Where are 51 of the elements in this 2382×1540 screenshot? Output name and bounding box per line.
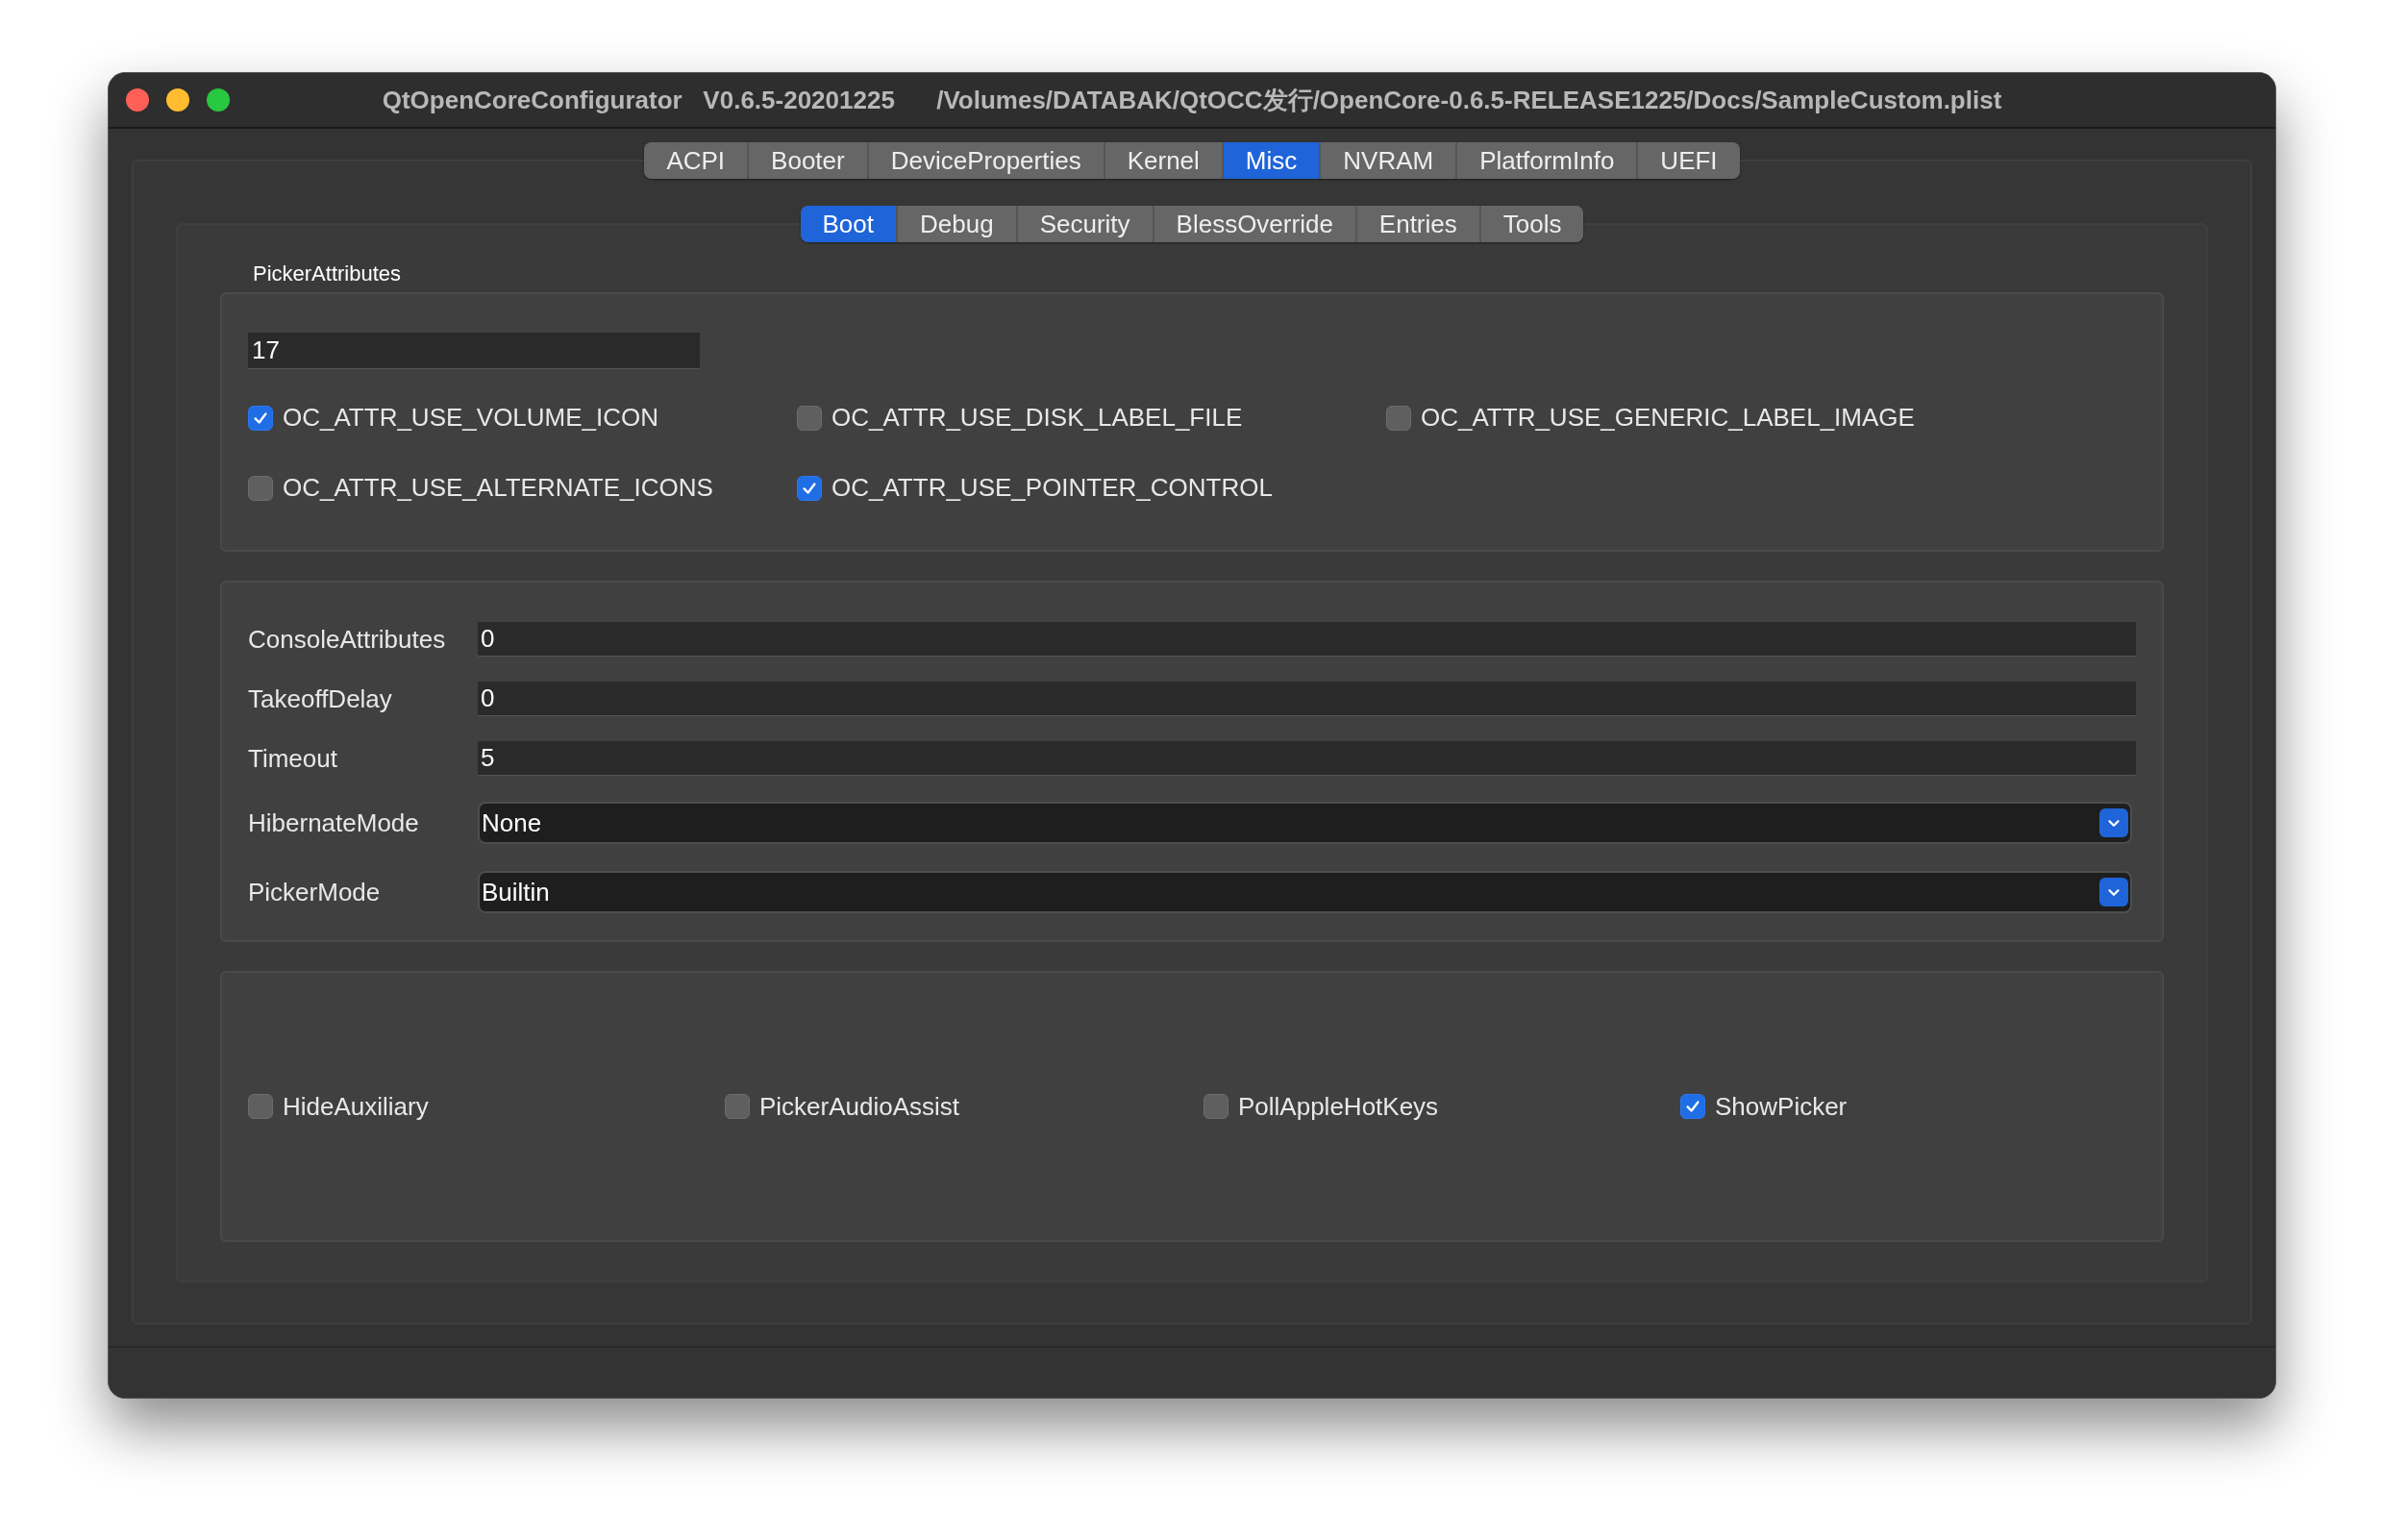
checkbox[interactable]	[797, 475, 822, 501]
tab[interactable]: NVRAM	[1321, 142, 1458, 179]
chevron-down-icon	[2099, 808, 2128, 837]
tab[interactable]: DeviceProperties	[868, 142, 1105, 179]
tab[interactable]: UEFI	[1638, 142, 1740, 179]
checkbox-label[interactable]: PickerAudioAssist	[759, 1091, 960, 1122]
checkbox-label[interactable]: PollAppleHotKeys	[1238, 1091, 1439, 1122]
checkbox[interactable]	[1203, 1094, 1228, 1119]
checkbox[interactable]	[797, 405, 822, 431]
tab[interactable]: Booter	[749, 142, 869, 179]
field-label: HibernateMode	[248, 807, 420, 838]
checkbox-label[interactable]: OC_ATTR_USE_ALTERNATE_ICONS	[283, 473, 713, 503]
chevron-down-icon	[2099, 878, 2128, 907]
field-label: TakeoffDelay	[248, 683, 393, 714]
checkbox-label[interactable]: OC_ATTR_USE_GENERIC_LABEL_IMAGE	[1421, 403, 1915, 433]
zoom-button[interactable]	[207, 88, 230, 112]
checkbox[interactable]	[1680, 1094, 1705, 1119]
checkbox-label[interactable]: OC_ATTR_USE_VOLUME_ICON	[283, 403, 659, 433]
field-label: Timeout	[248, 743, 338, 774]
checkbox-label[interactable]: ShowPicker	[1715, 1091, 1848, 1122]
tab[interactable]: Security	[1017, 206, 1154, 242]
tab[interactable]: Debug	[898, 206, 1018, 242]
input-field[interactable]: 0	[478, 682, 2136, 716]
checkbox[interactable]	[248, 475, 273, 501]
dropdown[interactable]: None	[478, 802, 2132, 844]
minimize-button[interactable]	[166, 88, 189, 112]
checkbox-label[interactable]: HideAuxiliary	[283, 1091, 429, 1122]
input-field[interactable]: 5	[478, 741, 2136, 776]
close-button[interactable]	[126, 88, 149, 112]
tab[interactable]: BlessOverride	[1154, 206, 1357, 242]
tab[interactable]: PlatformInfo	[1457, 142, 1639, 179]
checkbox-label[interactable]: OC_ATTR_USE_POINTER_CONTROL	[831, 473, 1273, 503]
group-title: PickerAttributes	[253, 261, 402, 286]
tab[interactable]: Kernel	[1104, 142, 1224, 179]
input-field[interactable]: 17	[248, 333, 700, 369]
checkbox[interactable]	[248, 1094, 273, 1119]
checkbox[interactable]	[725, 1094, 750, 1119]
field-label: ConsoleAttributes	[248, 624, 447, 655]
window-title: QtOpenCoreConfigurator V0.6.5-20201225 /Volumes/DATABAK/QtOCC发行/OpenCore-0.6.5-RELEASE1225/Docs/SampleCustom.plist	[382, 84, 2002, 116]
checkbox[interactable]	[248, 405, 273, 431]
tab[interactable]: Entries	[1356, 206, 1481, 242]
checkbox-label[interactable]: OC_ATTR_USE_DISK_LABEL_FILE	[831, 403, 1243, 433]
input-field[interactable]: 0	[478, 622, 2136, 657]
tab[interactable]: Misc	[1223, 142, 1322, 179]
tab[interactable]: Boot	[800, 206, 898, 242]
tab[interactable]: ACPI	[644, 142, 750, 179]
checkbox[interactable]	[1386, 405, 1411, 431]
dropdown[interactable]: Builtin	[478, 871, 2132, 913]
checkmark-icon	[1684, 1098, 1701, 1115]
tab[interactable]: Tools	[1480, 206, 1584, 242]
field-label: PickerMode	[248, 877, 382, 907]
